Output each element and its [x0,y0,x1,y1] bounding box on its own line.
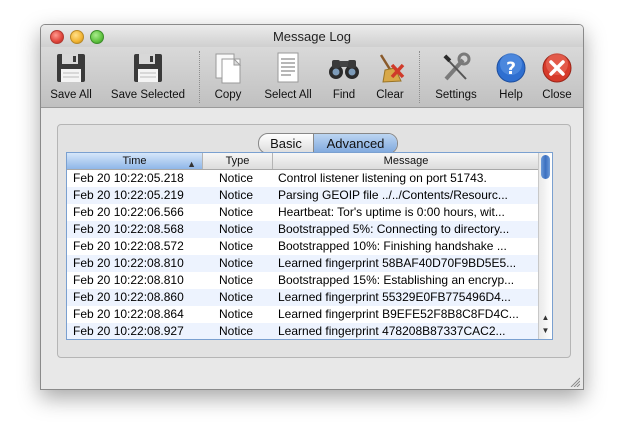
clear-label: Clear [376,89,404,101]
scrollbar-thumb[interactable] [541,155,550,179]
message-log-window: Message Log Save All Save Selected Copy … [40,24,584,390]
message-cell: Bootstrapped 15%: Establishing an encryp… [278,273,515,287]
title-bar[interactable]: Message Log [41,25,583,47]
column-header-time[interactable]: Time ▲ [67,153,203,169]
documents-icon [215,53,242,84]
table-row[interactable]: Feb 20 10:22:05.219 Notice Parsing GEOIP… [67,187,539,204]
floppy-disk-icon [57,54,85,82]
settings-label: Settings [435,89,477,101]
toolbar-separator [419,51,420,103]
broom-icon [379,54,405,83]
type-cell: Notice [219,188,254,202]
time-cell: Feb 20 10:22:08.572 [73,239,184,253]
copy-button[interactable]: Copy [207,47,249,107]
message-cell: Bootstrapped 5%: Connecting to directory… [278,222,510,236]
column-header-message[interactable]: Message [273,153,539,169]
type-cell: Notice [219,239,254,253]
type-cell: Notice [219,171,254,185]
time-cell: Feb 20 10:22:08.864 [73,307,184,321]
type-cell: Notice [219,290,254,304]
message-cell: Parsing GEOIP file ../../Contents/Resour… [278,188,508,202]
table-body: Feb 20 10:22:05.218 Notice Control liste… [67,170,539,339]
column-header-type[interactable]: Type [203,153,273,169]
binoculars-icon [329,60,359,79]
save-selected-label: Save Selected [110,89,186,101]
table-row[interactable]: Feb 20 10:22:06.566 Notice Heartbeat: To… [67,204,539,221]
table-row[interactable]: Feb 20 10:22:08.568 Notice Bootstrapped … [67,221,539,238]
time-cell: Feb 20 10:22:08.568 [73,222,184,236]
message-cell: Bootstrapped 10%: Finishing handshake ..… [278,239,507,253]
close-x-icon [542,53,572,83]
wrench-screwdriver-icon [443,52,471,81]
find-button[interactable]: Find [325,47,363,107]
toolbar: Save All Save Selected Copy Select All F… [41,47,583,108]
document-lines-icon [277,52,299,83]
message-cell: Heartbeat: Tor's uptime is 0:00 hours, w… [278,205,505,219]
svg-text:?: ? [506,59,516,79]
select-all-button[interactable]: Select All [261,47,315,107]
message-cell: Learned fingerprint 55329E0FB775496D4... [278,290,511,304]
type-cell: Notice [219,307,254,321]
help-button[interactable]: ? Help [493,47,529,107]
help-label: Help [499,89,523,101]
content-area: Basic Advanced Time ▲ Type Message Feb 2… [41,108,583,389]
table-row[interactable]: Feb 20 10:22:08.810 Notice Learned finge… [67,255,539,272]
table-row[interactable]: Feb 20 10:22:08.572 Notice Bootstrapped … [67,238,539,255]
close-label: Close [542,89,572,101]
select-all-label: Select All [264,89,312,101]
save-all-label: Save All [50,89,92,101]
vertical-scrollbar[interactable]: ▲ ▼ [538,153,552,339]
time-cell: Feb 20 10:22:08.810 [73,273,184,287]
type-cell: Notice [219,205,254,219]
settings-button[interactable]: Settings [431,47,481,107]
window-title: Message Log [272,29,352,44]
message-cell: Learned fingerprint 478208B87337CAC2... [278,324,506,338]
question-icon: ? [496,53,526,83]
message-table: Time ▲ Type Message Feb 20 10:22:05.218 … [66,152,553,340]
table-row[interactable]: Feb 20 10:22:08.864 Notice Learned finge… [67,306,539,323]
clear-button[interactable]: Clear [371,47,409,107]
time-cell: Feb 20 10:22:08.860 [73,290,184,304]
close-button[interactable]: Close [539,47,575,107]
table-header: Time ▲ Type Message [67,153,539,170]
time-cell: Feb 20 10:22:05.219 [73,188,184,202]
message-cell: Learned fingerprint B9EFE52F8B8C8FD4C... [278,307,519,321]
save-selected-button[interactable]: Save Selected [111,47,185,107]
message-cell: Learned fingerprint 58BAF40D70F9BD5E5... [278,256,517,270]
time-cell: Feb 20 10:22:06.566 [73,205,184,219]
scroll-down-arrow-icon[interactable]: ▼ [539,324,552,338]
resize-grip-icon[interactable] [570,377,580,387]
floppy-disk-icon [134,54,162,82]
advanced-segment[interactable]: Advanced [314,134,397,153]
table-row[interactable]: Feb 20 10:22:08.860 Notice Learned finge… [67,289,539,306]
type-cell: Notice [219,324,254,338]
table-row[interactable]: Feb 20 10:22:08.810 Notice Bootstrapped … [67,272,539,289]
type-cell: Notice [219,256,254,270]
copy-label: Copy [214,89,242,101]
time-cell: Feb 20 10:22:05.218 [73,171,184,185]
view-mode-segmented-control[interactable]: Basic Advanced [258,133,398,154]
column-header-time-label: Time [122,155,147,167]
basic-segment[interactable]: Basic [259,134,314,153]
time-cell: Feb 20 10:22:08.927 [73,324,184,338]
save-all-button[interactable]: Save All [45,47,97,107]
time-cell: Feb 20 10:22:08.810 [73,256,184,270]
type-cell: Notice [219,273,254,287]
type-cell: Notice [219,222,254,236]
table-row[interactable]: Feb 20 10:22:08.927 Notice Learned finge… [67,323,539,339]
message-cell: Control listener listening on port 51743… [278,171,487,185]
scroll-up-arrow-icon[interactable]: ▲ [539,311,552,325]
table-row[interactable]: Feb 20 10:22:05.218 Notice Control liste… [67,170,539,187]
